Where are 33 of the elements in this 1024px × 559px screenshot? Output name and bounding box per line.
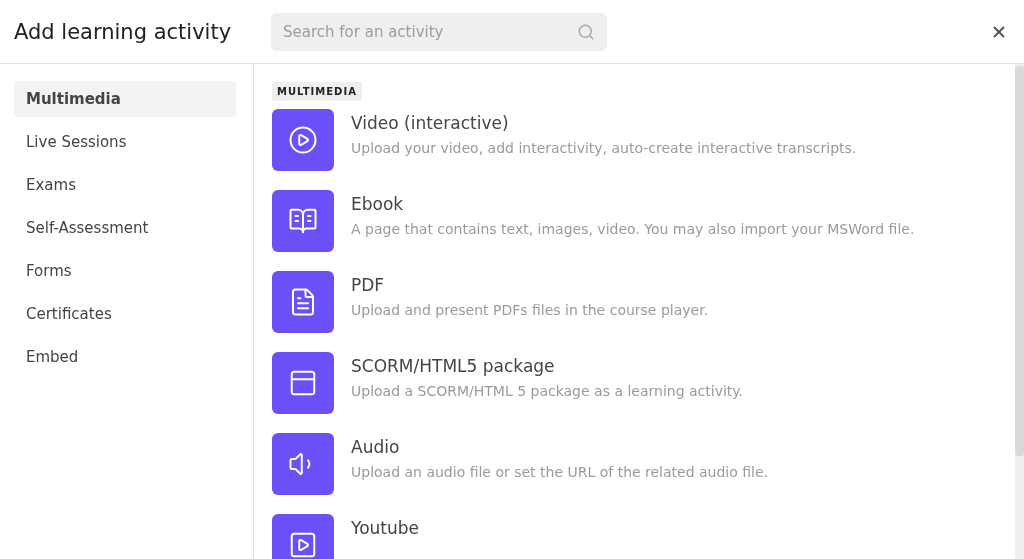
activity-description: Upload and present PDFs files in the course player. bbox=[351, 302, 709, 318]
sidebar-item[interactable]: Self-Assessment bbox=[14, 210, 236, 246]
media-panel-icon bbox=[288, 368, 318, 398]
activity-description: A page that contains text, images, video. You may also import your MSWord file. bbox=[351, 221, 915, 237]
section-label: MULTIMEDIA bbox=[272, 82, 362, 101]
play-circle-icon bbox=[288, 125, 318, 155]
activity-title[interactable]: Ebook bbox=[351, 194, 915, 214]
play-square-icon bbox=[288, 530, 318, 559]
sidebar-item[interactable]: Certificates bbox=[14, 296, 236, 332]
activity-tile[interactable] bbox=[272, 352, 334, 414]
activity-tile[interactable] bbox=[272, 190, 334, 252]
activity-title[interactable]: Audio bbox=[351, 437, 769, 457]
search-icon bbox=[577, 22, 595, 41]
activity-title[interactable]: Youtube bbox=[351, 518, 419, 538]
sidebar-item[interactable]: Exams bbox=[14, 167, 236, 203]
activity-tile[interactable] bbox=[272, 109, 334, 171]
search-field[interactable]: Search for an activity bbox=[271, 12, 607, 51]
activity-description: Upload a SCORM/HTML 5 package as a learning activity. bbox=[351, 383, 744, 399]
activity-tile[interactable] bbox=[272, 514, 334, 559]
sidebar-item[interactable]: Forms bbox=[14, 253, 236, 289]
activity-title[interactable]: Video (interactive) bbox=[351, 113, 857, 133]
activity-description: Upload an audio file or set the URL of the related audio file. bbox=[351, 464, 769, 480]
activity-description: Upload your video, add interactivity, auto-create interactive transcripts. bbox=[351, 140, 857, 156]
activity-title[interactable]: PDF bbox=[351, 275, 709, 295]
dialog-title: Add learning activity bbox=[14, 19, 233, 44]
book-icon bbox=[288, 206, 318, 236]
sidebar-item[interactable]: Multimedia bbox=[14, 81, 236, 117]
activity-title[interactable]: SCORM/HTML5 package bbox=[351, 356, 744, 376]
activity-tile[interactable] bbox=[272, 271, 334, 333]
scrollbar[interactable] bbox=[1015, 64, 1024, 559]
sidebar-item[interactable]: Live Sessions bbox=[14, 124, 236, 160]
activity-tile[interactable] bbox=[272, 433, 334, 495]
sidebar-item[interactable]: Embed bbox=[14, 339, 236, 375]
